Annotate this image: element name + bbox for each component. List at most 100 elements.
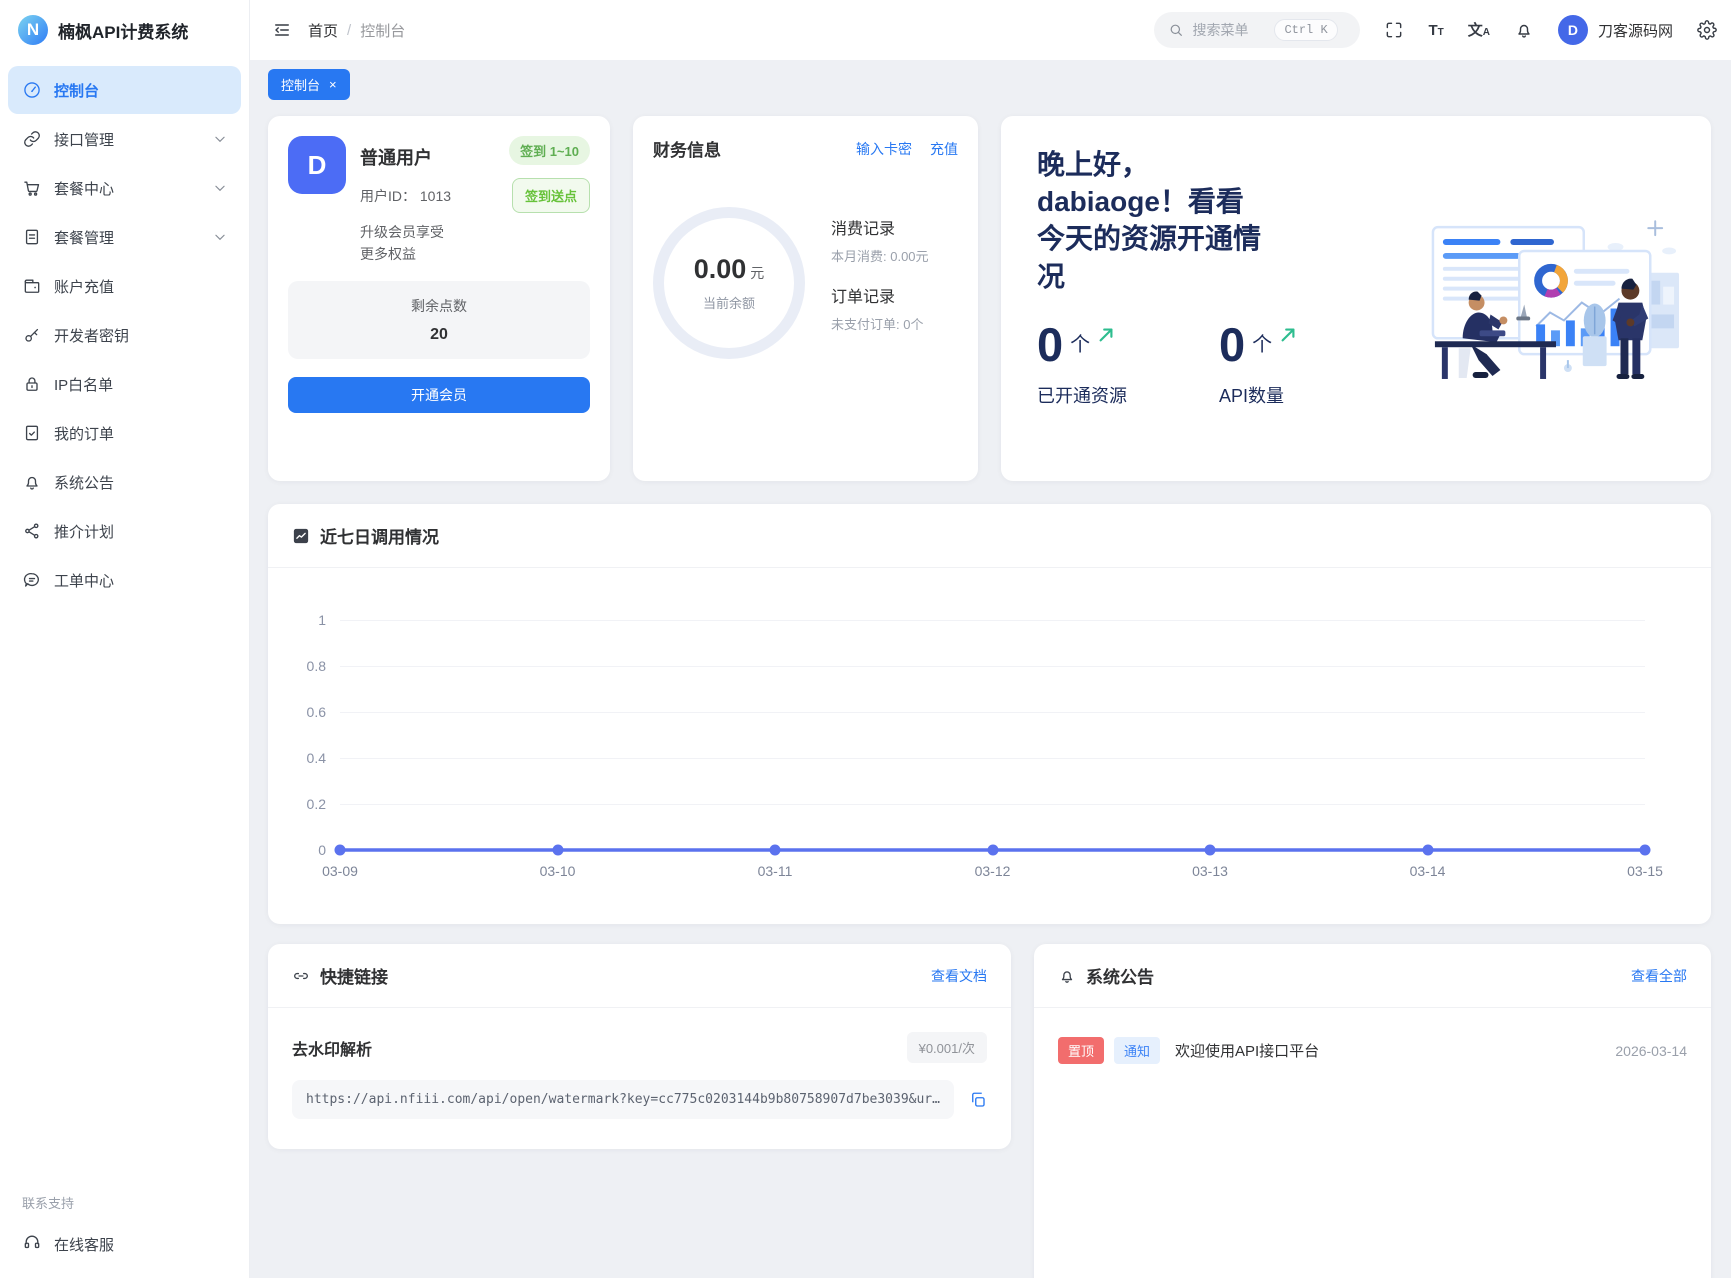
user-role: 普通用户: [360, 148, 432, 168]
sidebar-item-api-manage[interactable]: 接口管理: [8, 115, 241, 163]
api-name: 去水印解析: [292, 1041, 373, 1059]
chart-y-tick: 0: [318, 842, 326, 858]
view-docs-link[interactable]: 查看文档: [931, 966, 987, 986]
key-icon: [22, 325, 42, 345]
sidebar-item-dashboard[interactable]: 控制台: [8, 66, 241, 114]
chart-x-tick: 03-14: [1409, 863, 1446, 879]
link-icon: [22, 129, 42, 149]
enter-card-key-link[interactable]: 输入卡密: [856, 139, 912, 159]
search-input[interactable]: [1192, 22, 1267, 38]
notifications-bell-icon[interactable]: [1514, 20, 1534, 40]
sidebar-item-ip-whitelist[interactable]: IP白名单: [8, 360, 241, 408]
sidebar-item-label: 开发者密钥: [54, 327, 130, 345]
tab-dashboard[interactable]: 控制台 ×: [268, 69, 350, 100]
notice-item-date: 2026-03-14: [1615, 1042, 1687, 1059]
consume-detail: 本月消费: 0.00元: [831, 249, 929, 264]
points-value: 20: [430, 326, 448, 344]
search-box[interactable]: Ctrl K: [1154, 12, 1361, 48]
sidebar-item-package-center[interactable]: 套餐中心: [8, 164, 241, 212]
signin-range-badge: 签到 1~10: [509, 136, 590, 165]
sidebar-item-my-orders[interactable]: 我的订单: [8, 409, 241, 457]
chain-link-icon: [292, 967, 310, 985]
gauge-icon: [22, 80, 42, 100]
sidebar-item-label: 控制台: [54, 82, 100, 100]
collapse-sidebar-button[interactable]: [272, 20, 292, 40]
chart-x-tick: 03-11: [757, 863, 793, 879]
page-content: D 普通用户 用户ID： 1013 升级会员享受更多权益 签到 1~10 签到送…: [250, 100, 1731, 1278]
quick-link-item: 去水印解析 ¥0.001/次: [292, 1032, 987, 1063]
chart-data-point: [552, 844, 563, 856]
sidebar-item-developer-keys[interactable]: 开发者密钥: [8, 311, 241, 359]
chart-y-tick: 0.2: [306, 796, 326, 812]
points-panel: 剩余点数 20: [288, 281, 590, 360]
sidebar-item-label: 套餐管理: [54, 229, 115, 247]
sidebar-item-label: 系统公告: [54, 474, 115, 492]
sidebar-item-announcements[interactable]: 系统公告: [8, 458, 241, 506]
balance-ring: 0.00 元 当前余额: [653, 207, 805, 359]
settings-gear-icon[interactable]: [1697, 20, 1717, 40]
main-area: 首页 / 控制台 Ctrl K TT 文A D 刀客源码网: [250, 0, 1731, 1278]
user-menu[interactable]: D 刀客源码网: [1557, 15, 1673, 45]
search-shortcut-badge: Ctrl K: [1274, 19, 1338, 41]
chart-icon: [292, 527, 310, 545]
stat-unit: 个: [1070, 333, 1091, 356]
sidebar-item-tickets[interactable]: 工单中心: [8, 556, 241, 604]
order-detail: 未支付订单: 0个: [831, 317, 924, 332]
tab-close-icon[interactable]: ×: [329, 78, 337, 91]
points-label: 剩余点数: [411, 298, 467, 315]
sidebar-item-label: 我的订单: [54, 425, 115, 443]
quick-links-card: 快捷链接 查看文档 去水印解析 ¥0.001/次 https://api.nfi…: [268, 944, 1011, 1149]
chart-data-point: [334, 844, 346, 856]
translate-icon[interactable]: 文A: [1468, 23, 1490, 38]
chat-icon: [22, 570, 42, 590]
logo-row: N 楠枫API计费系统: [0, 0, 249, 60]
price-badge: ¥0.001/次: [906, 1032, 987, 1063]
font-size-icon[interactable]: TT: [1428, 23, 1443, 38]
tab-label: 控制台: [281, 78, 321, 93]
notice-item[interactable]: 置顶 通知 欢迎使用API接口平台 2026-03-14: [1057, 1018, 1687, 1083]
stat-value: 0: [1219, 317, 1246, 371]
copy-icon[interactable]: [969, 1091, 987, 1109]
stat-value: 0: [1037, 317, 1064, 371]
notice-card: 系统公告 查看全部 置顶 通知 欢迎使用API接口平台 2026-03-14: [1033, 944, 1711, 1278]
consume-title: 消费记录: [831, 221, 896, 238]
notice-item-title: 欢迎使用API接口平台: [1175, 1043, 1320, 1060]
notice-title: 系统公告: [1085, 968, 1154, 987]
sidebar-item-recharge[interactable]: 账户充值: [8, 262, 241, 310]
breadcrumb-home[interactable]: 首页: [308, 20, 338, 41]
balance-value: 0.00 元: [693, 254, 765, 284]
cart-icon: [22, 178, 42, 198]
chart-line: [340, 620, 1645, 850]
support-heading: 联系支持: [22, 1196, 75, 1211]
header-actions: Ctrl K TT 文A D 刀客源码网: [1154, 12, 1717, 48]
signin-button[interactable]: 签到送点: [511, 178, 590, 213]
api-url-field[interactable]: https://api.nfiii.com/api/open/watermark…: [292, 1080, 954, 1119]
welcome-card: 晚上好，dabiaoge！看看今天的资源开通情况 0 个 已开通资源 0 个 A…: [1001, 116, 1711, 481]
balance-label: 当前余额: [702, 296, 755, 311]
open-vip-button[interactable]: 开通会员: [288, 377, 590, 414]
sidebar-item-package-manage[interactable]: 套餐管理: [8, 213, 241, 261]
tab-bar: 控制台 ×: [250, 60, 1731, 100]
chart-y-tick: 0.6: [306, 704, 326, 720]
chevron-down-icon: [213, 132, 227, 146]
chart-x-tick: 03-12: [974, 863, 1011, 879]
bell-icon: [1058, 967, 1076, 985]
user-avatar: D: [288, 136, 346, 194]
stat-label: API数量: [1219, 385, 1285, 406]
chart-data-point: [1422, 844, 1433, 856]
recharge-link[interactable]: 充值: [930, 139, 958, 159]
greeting-text: 晚上好，dabiaoge！看看今天的资源开通情况: [1037, 149, 1262, 292]
stat-unit: 个: [1252, 333, 1273, 356]
share-icon: [22, 521, 42, 541]
sidebar-item-referral[interactable]: 推介计划: [8, 507, 241, 555]
breadcrumb-separator: /: [347, 21, 352, 39]
online-support-button[interactable]: 在线客服: [22, 1232, 227, 1256]
avatar: D: [1557, 15, 1588, 45]
view-all-link[interactable]: 查看全部: [1631, 966, 1687, 986]
welcome-illustration: [1425, 198, 1683, 391]
chevron-down-icon: [213, 230, 227, 244]
sidebar-item-label: 套餐中心: [54, 180, 115, 198]
chart-title: 近七日调用情况: [320, 528, 439, 547]
fullscreen-icon[interactable]: [1384, 20, 1404, 40]
bell-icon: [22, 472, 42, 492]
